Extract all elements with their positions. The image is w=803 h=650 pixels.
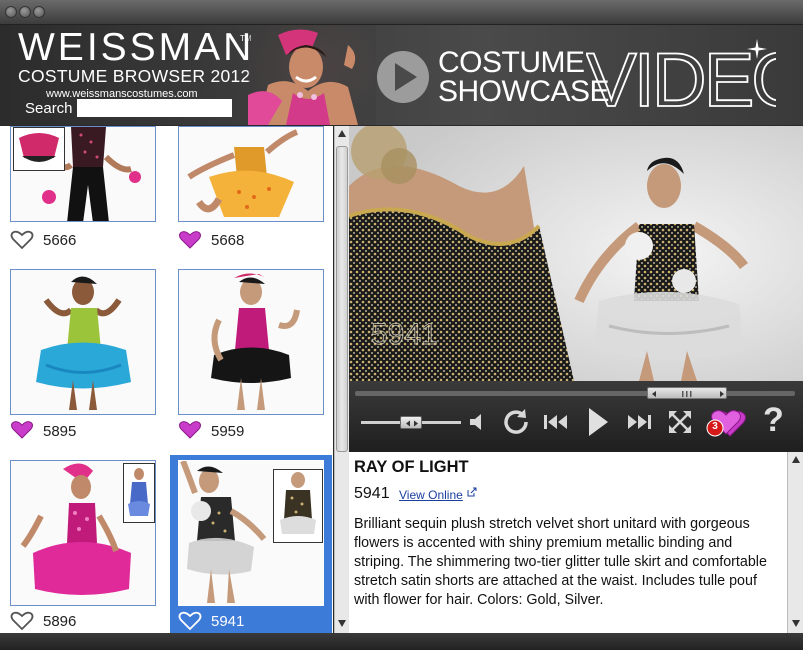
promo-title: COSTUME SHOWCASE [438, 46, 610, 108]
costume-image [179, 270, 323, 414]
view-online-link[interactable]: View Online [399, 488, 463, 502]
costume-number: 5959 [211, 423, 245, 440]
search-label: Search [25, 100, 73, 117]
next-icon[interactable] [625, 411, 653, 433]
inset-thumbnail [123, 463, 155, 523]
costume-thumbnail-5668[interactable] [178, 126, 324, 222]
costume-thumbnail-5959[interactable] [178, 269, 324, 415]
zoom-window-button[interactable] [33, 6, 45, 18]
brand-name: WEISSMAN [18, 26, 255, 69]
brand-logo: WEISSMAN TM COSTUME BROWSER 2012 www.wei… [18, 28, 254, 101]
status-bar [0, 633, 803, 650]
favorite-heart-icon-5896[interactable] [10, 611, 34, 631]
promo-line-showcase: SHOWCASE [438, 75, 610, 108]
help-icon[interactable]: ? [763, 401, 784, 440]
costume-number: 5896 [43, 613, 77, 630]
video-overlay-number: 5941 [371, 318, 438, 351]
costume-number: 5668 [211, 232, 245, 249]
brand-subtitle: COSTUME BROWSER 2012 [18, 66, 251, 86]
costume-grid: 5666 5668 5895 5959 5896 5941 [0, 126, 333, 633]
promo-video-text: VIDEO [586, 39, 776, 119]
scroll-down-arrow-icon[interactable] [337, 618, 347, 628]
timeline-track[interactable] [355, 391, 795, 396]
promo-line-costume: COSTUME [438, 46, 585, 79]
costume-detail-panel: RAY OF LIGHT 5941 View Online Brilliant … [349, 452, 787, 633]
title-bar [0, 0, 803, 25]
search-input[interactable] [77, 99, 232, 117]
grid-scrollbar-thumb[interactable] [336, 146, 348, 452]
favorite-heart-icon-5959[interactable] [178, 420, 202, 440]
favorite-heart-icon-5941[interactable] [178, 611, 202, 631]
costume-thumbnail-5895[interactable] [10, 269, 156, 415]
view-online-label: View Online [399, 488, 463, 502]
favorite-heart-icon-5895[interactable] [10, 420, 34, 440]
favorites-count-badge: 3 [712, 421, 718, 432]
volume-thumb[interactable] [400, 416, 422, 429]
external-link-icon [467, 487, 477, 497]
scroll-up-arrow-icon[interactable] [337, 129, 347, 139]
play-icon[interactable] [585, 405, 611, 439]
costume-title: RAY OF LIGHT [354, 458, 469, 476]
costume-number: 5666 [43, 232, 77, 249]
header-banner: WEISSMAN TM COSTUME BROWSER 2012 www.wei… [0, 25, 803, 125]
costume-image [179, 127, 323, 221]
video-controls: 3 ? [349, 381, 803, 452]
play-triangle [395, 63, 417, 91]
inset-thumbnail [13, 127, 65, 171]
inset-thumbnail [273, 469, 323, 543]
speaker-icon[interactable] [468, 412, 490, 432]
promo-video-word: VIDEO [586, 39, 776, 119]
hero-dancer-image [248, 25, 376, 125]
scroll-down-arrow-icon[interactable] [791, 618, 801, 628]
favorite-heart-icon-5666[interactable] [10, 230, 34, 250]
replay-icon[interactable] [501, 407, 531, 437]
close-window-button[interactable] [5, 6, 17, 18]
previous-icon[interactable] [542, 411, 570, 433]
costume-thumbnail-5941[interactable] [178, 460, 324, 606]
minimize-window-button[interactable] [19, 6, 31, 18]
grid-scrollbar[interactable] [334, 126, 349, 633]
costume-number: 5895 [43, 423, 77, 440]
costume-thumbnail-5896[interactable] [10, 460, 156, 606]
costume-thumbnail-5666[interactable] [10, 126, 156, 222]
costume-image [11, 270, 155, 414]
detail-scrollbar[interactable] [787, 452, 803, 633]
scroll-up-arrow-icon[interactable] [791, 455, 801, 465]
video-frame: 5941 [349, 126, 803, 381]
fullscreen-icon[interactable] [666, 408, 694, 436]
costume-number: 5941 [211, 613, 245, 630]
favorite-heart-icon-5668[interactable] [178, 230, 202, 250]
costume-detail-number: 5941 [354, 485, 390, 502]
timeline-thumb[interactable] [647, 387, 727, 399]
video-player[interactable]: 5941 [349, 126, 803, 381]
costume-description: Brilliant sequin plush stretch velvet sh… [354, 516, 767, 608]
